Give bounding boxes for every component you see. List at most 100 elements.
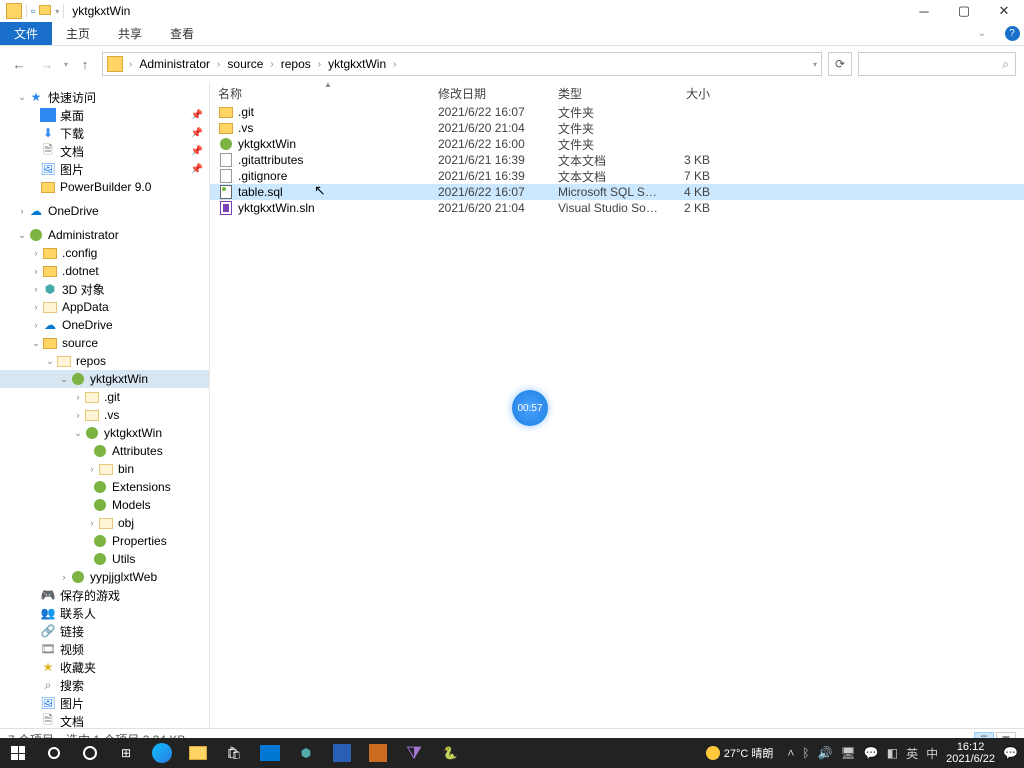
tray-chevron-up-icon[interactable]: ˄	[787, 746, 794, 760]
nav-models[interactable]: Models	[0, 496, 209, 514]
nav-links[interactable]: 🔗链接	[0, 622, 209, 640]
file-row[interactable]: .git2021/6/22 16:07文件夹	[210, 104, 1024, 120]
tray-network-icon[interactable]: 🖥	[841, 746, 856, 760]
file-date: 2021/6/20 21:04	[438, 201, 558, 215]
file-size: 3 KB	[658, 153, 718, 167]
search-icon: ⌕	[1002, 57, 1009, 72]
nav-onedrive2[interactable]: ›☁OneDrive	[0, 316, 209, 334]
column-type[interactable]: 类型	[558, 85, 658, 102]
crumb-source[interactable]: source	[224, 57, 266, 71]
nav-yktgkxtwin-current[interactable]: ⌄yktgkxtWin	[0, 370, 209, 388]
taskbar-edge[interactable]	[144, 738, 180, 768]
nav-back[interactable]: ←	[8, 53, 30, 75]
nav-up[interactable]: ↑	[74, 53, 96, 75]
tray-volume-icon[interactable]: 🔊	[818, 746, 833, 760]
tab-file[interactable]: 文件	[0, 22, 52, 45]
nav-desktop[interactable]: 桌面📌	[0, 106, 209, 124]
nav-bin[interactable]: ›bin	[0, 460, 209, 478]
start-button[interactable]	[0, 738, 36, 768]
nav-yktgkxtwin2[interactable]: ⌄yktgkxtWin	[0, 424, 209, 442]
tray-notifications-icon[interactable]: 💬	[1003, 746, 1018, 760]
nav-3dobjects[interactable]: ›⬢3D 对象	[0, 280, 209, 298]
file-row[interactable]: .gitattributes2021/6/21 16:39文本文档3 KB	[210, 152, 1024, 168]
nav-contacts[interactable]: 👥联系人	[0, 604, 209, 622]
nav-powerbuilder[interactable]: PowerBuilder 9.0	[0, 178, 209, 196]
file-row[interactable]: yktgkxtWin2021/6/22 16:00文件夹	[210, 136, 1024, 152]
minimize-button[interactable]: ─	[904, 0, 944, 22]
taskbar-mail[interactable]	[252, 738, 288, 768]
file-row[interactable]: table.sql2021/6/22 16:07Microsoft SQL Se…	[210, 184, 1024, 200]
breadcrumb[interactable]: › Administrator› source› repos› yktgkxtW…	[102, 52, 822, 76]
ribbon: 文件 主页 共享 查看 ⌄ ?	[0, 22, 1024, 46]
taskbar-virtualbox[interactable]	[360, 738, 396, 768]
taskbar-taskview[interactable]: ⊞	[108, 738, 144, 768]
search-input[interactable]: ⌕	[858, 52, 1016, 76]
tab-view[interactable]: 查看	[156, 22, 208, 45]
crumb-yktgkxtwin[interactable]: yktgkxtWin	[325, 57, 389, 71]
nav-favorites[interactable]: ★收藏夹	[0, 658, 209, 676]
taskbar-powerdesigner[interactable]	[324, 738, 360, 768]
nav-properties[interactable]: Properties	[0, 532, 209, 550]
taskbar-visualstudio[interactable]: ⧩	[396, 738, 432, 768]
navigation-pane[interactable]: ⌄★快速访问 桌面📌 ⬇下载📌 🗎文档📌 🖼图片📌 PowerBuilder 9…	[0, 82, 210, 728]
column-size[interactable]: 大小	[658, 85, 718, 102]
nav-dotnet[interactable]: ›.dotnet	[0, 262, 209, 280]
column-name[interactable]: 名称▲	[218, 85, 438, 102]
nav-forward[interactable]: →	[36, 53, 58, 75]
crumb-repos[interactable]: repos	[278, 57, 314, 71]
tab-share[interactable]: 共享	[104, 22, 156, 45]
taskbar-app1[interactable]: ⬢	[288, 738, 324, 768]
taskbar-explorer[interactable]	[180, 738, 216, 768]
crumb-admin[interactable]: Administrator	[136, 57, 213, 71]
nav-pictures2[interactable]: 🖼图片	[0, 694, 209, 712]
breadcrumb-dropdown[interactable]: ▾	[813, 60, 817, 69]
column-date[interactable]: 修改日期	[438, 85, 558, 102]
refresh-button[interactable]: ⟳	[828, 52, 852, 76]
ribbon-expand[interactable]: ⌄	[964, 22, 1000, 45]
maximize-button[interactable]: ▢	[944, 0, 984, 22]
nav-searches[interactable]: ⌕搜索	[0, 676, 209, 694]
tray-clock[interactable]: 16:12 2021/6/22	[946, 741, 995, 765]
nav-yypjjglxt[interactable]: ›yypjjglxtWeb	[0, 568, 209, 586]
nav-videos[interactable]: 🎞视频	[0, 640, 209, 658]
nav-downloads[interactable]: ⬇下载📌	[0, 124, 209, 142]
taskbar-store[interactable]: 🛍	[216, 738, 252, 768]
nav-obj[interactable]: ›obj	[0, 514, 209, 532]
nav-onedrive[interactable]: ›☁OneDrive	[0, 202, 209, 220]
tray-ime[interactable]: 中	[926, 745, 938, 762]
nav-administrator[interactable]: ⌄Administrator	[0, 226, 209, 244]
tray-wechat-icon[interactable]: 💬	[864, 746, 879, 760]
tray-ime-mic[interactable]: 英	[906, 745, 918, 762]
nav-source[interactable]: ⌄source	[0, 334, 209, 352]
file-row[interactable]: .vs2021/6/20 21:04文件夹	[210, 120, 1024, 136]
qat-doc-icon[interactable]: ▫	[31, 4, 35, 18]
taskbar-python[interactable]: 🐍	[432, 738, 468, 768]
taskbar-cortana[interactable]	[72, 738, 108, 768]
nav-vs[interactable]: ›.vs	[0, 406, 209, 424]
file-row[interactable]: .gitignore2021/6/21 16:39文本文档7 KB	[210, 168, 1024, 184]
nav-repos[interactable]: ⌄repos	[0, 352, 209, 370]
tab-home[interactable]: 主页	[52, 22, 104, 45]
qat-folder-icon[interactable]	[39, 4, 51, 18]
nav-appdata[interactable]: ›AppData	[0, 298, 209, 316]
nav-attributes[interactable]: Attributes	[0, 442, 209, 460]
tray-app-icon[interactable]: ◧	[887, 746, 898, 760]
nav-config[interactable]: ›.config	[0, 244, 209, 262]
nav-documents2[interactable]: 🗎文档	[0, 712, 209, 728]
tray-bluetooth-icon[interactable]: ᛒ	[802, 746, 809, 760]
nav-utils[interactable]: Utils	[0, 550, 209, 568]
help-button[interactable]: ?	[1000, 22, 1024, 45]
nav-pictures[interactable]: 🖼图片📌	[0, 160, 209, 178]
file-row[interactable]: yktgkxtWin.sln2021/6/20 21:04Visual Stud…	[210, 200, 1024, 216]
close-button[interactable]: ✕	[984, 0, 1024, 22]
nav-extensions[interactable]: Extensions	[0, 478, 209, 496]
nav-savedgames[interactable]: 🎮保存的游戏	[0, 586, 209, 604]
nav-quickaccess[interactable]: ⌄★快速访问	[0, 88, 209, 106]
taskbar-search[interactable]	[36, 738, 72, 768]
file-type: 文件夹	[558, 136, 658, 153]
nav-documents[interactable]: 🗎文档📌	[0, 142, 209, 160]
tray-weather[interactable]: 27°C 晴朗	[706, 745, 774, 761]
nav-git[interactable]: ›.git	[0, 388, 209, 406]
file-name: yktgkxtWin.sln	[238, 201, 438, 215]
nav-history-dropdown[interactable]: ▾	[64, 60, 68, 69]
